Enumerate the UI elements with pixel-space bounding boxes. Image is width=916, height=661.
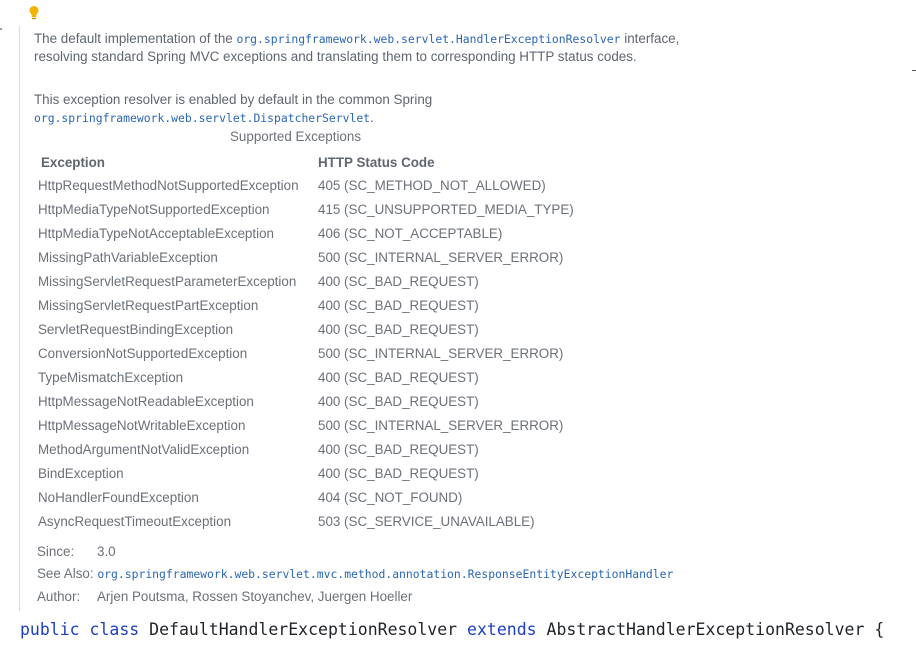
table-row: MissingServletRequestPartException 400 (S… bbox=[38, 293, 574, 317]
exception-name-cell: MissingPathVariableException bbox=[38, 249, 218, 265]
exception-name-cell: HttpMessageNotWritableException bbox=[38, 417, 246, 433]
since-label: Since: bbox=[37, 544, 75, 559]
header-http-status: HTTP Status Code bbox=[318, 154, 435, 170]
table-row: BindException 400 (SC_BAD_REQUEST) bbox=[38, 461, 574, 485]
gutter-marker bbox=[0, 28, 2, 30]
keyword-public: public bbox=[20, 620, 80, 639]
status-code-cell: 500 (SC_INTERNAL_SERVER_ERROR) bbox=[318, 345, 564, 361]
table-row: HttpMediaTypeNotSupportedException 415 (S… bbox=[38, 197, 574, 221]
class-declaration[interactable]: public class DefaultHandlerExceptionReso… bbox=[20, 620, 884, 639]
response-entity-handler-link[interactable]: org.springframework.web.servlet.mvc.meth… bbox=[97, 567, 673, 581]
exception-name-cell: HttpMessageNotReadableException bbox=[38, 393, 254, 409]
class-name[interactable]: DefaultHandlerExceptionResolver bbox=[149, 620, 457, 639]
status-code-cell: 406 (SC_NOT_ACCEPTABLE) bbox=[318, 225, 503, 241]
status-code-cell: 500 (SC_INTERNAL_SERVER_ERROR) bbox=[318, 249, 564, 265]
status-code-cell: 400 (SC_BAD_REQUEST) bbox=[318, 273, 479, 289]
table-row: HttpRequestMethodNotSupportedException 40… bbox=[38, 173, 574, 197]
table-row: HttpMediaTypeNotAcceptableException 406 (… bbox=[38, 221, 574, 245]
table-row: MissingPathVariableException 500 (SC_INTE… bbox=[38, 245, 574, 269]
status-code-cell: 400 (SC_BAD_REQUEST) bbox=[318, 297, 479, 313]
enabled-note-end: . bbox=[370, 110, 374, 125]
status-code-cell: 400 (SC_BAD_REQUEST) bbox=[318, 369, 479, 385]
javadoc-panel: The default implementation of the org.sp… bbox=[19, 26, 710, 611]
author-row: Author: Arjen Poutsma, Rossen Stoyanchev,… bbox=[37, 589, 412, 604]
description-text: The default implementation of the bbox=[34, 31, 237, 46]
exception-name-cell: HttpMediaTypeNotAcceptableException bbox=[38, 225, 274, 241]
see-also-label: See Also: bbox=[37, 566, 94, 581]
status-code-cell: 500 (SC_INTERNAL_SERVER_ERROR) bbox=[318, 417, 564, 433]
keyword-class: class bbox=[89, 620, 140, 639]
table-row: HttpMessageNotReadableException 400 (SC_B… bbox=[38, 389, 574, 413]
exception-name-cell: MethodArgumentNotValidException bbox=[38, 441, 250, 457]
table-row: HttpMessageNotWritableException 500 (SC_I… bbox=[38, 413, 574, 437]
since-value: 3.0 bbox=[97, 544, 116, 559]
exception-name-cell: BindException bbox=[38, 465, 124, 481]
exception-name-cell: ConversionNotSupportedException bbox=[38, 345, 248, 361]
status-code-cell: 404 (SC_NOT_FOUND) bbox=[318, 489, 463, 505]
enabled-note-text: This exception resolver is enabled by de… bbox=[34, 92, 433, 107]
dispatcher-servlet-link[interactable]: org.springframework.web.servlet.Dispatch… bbox=[34, 111, 370, 125]
author-label: Author: bbox=[37, 589, 81, 604]
exception-name-cell: HttpRequestMethodNotSupportedException bbox=[38, 177, 299, 193]
author-value: Arjen Poutsma, Rossen Stoyanchev, Juerge… bbox=[97, 589, 413, 604]
scroll-marker bbox=[912, 70, 916, 71]
status-code-cell: 405 (SC_METHOD_NOT_ALLOWED) bbox=[318, 177, 546, 193]
see-also-row: See Also: org.springframework.web.servle… bbox=[37, 566, 673, 581]
lightbulb-icon[interactable] bbox=[28, 5, 40, 21]
exception-name-cell: HttpMediaTypeNotSupportedException bbox=[38, 201, 270, 217]
table-row: ServletRequestBindingException 400 (SC_BA… bbox=[38, 317, 574, 341]
exception-name-cell: ServletRequestBindingException bbox=[38, 321, 234, 337]
table-caption: Supported Exceptions bbox=[230, 129, 362, 144]
table-row: NoHandlerFoundException 404 (SC_NOT_FOUND… bbox=[38, 485, 574, 509]
exception-name-cell: NoHandlerFoundException bbox=[38, 489, 199, 505]
exception-name-cell: MissingServletRequestPartException bbox=[38, 297, 259, 313]
table-row: MissingServletRequestParameterException 4… bbox=[38, 269, 574, 293]
status-code-cell: 503 (SC_SERVICE_UNAVAILABLE) bbox=[318, 513, 535, 529]
status-code-cell: 415 (SC_UNSUPPORTED_MEDIA_TYPE) bbox=[318, 201, 574, 217]
exception-name-cell: TypeMismatchException bbox=[38, 369, 184, 385]
status-code-cell: 400 (SC_BAD_REQUEST) bbox=[318, 393, 479, 409]
since-row: Since: 3.0 bbox=[37, 544, 116, 559]
table-row: MethodArgumentNotValidException 400 (SC_B… bbox=[38, 437, 574, 461]
parent-class-name[interactable]: AbstractHandlerExceptionResolver bbox=[547, 620, 865, 639]
table-row: ConversionNotSupportedException 500 (SC_I… bbox=[38, 341, 574, 365]
exception-name-cell: AsyncRequestTimeoutException bbox=[38, 513, 232, 529]
javadoc-enabled-note: This exception resolver is enabled by de… bbox=[34, 91, 694, 127]
javadoc-description: The default implementation of the org.sp… bbox=[34, 30, 694, 66]
handler-exception-resolver-link[interactable]: org.springframework.web.servlet.HandlerE… bbox=[236, 32, 620, 46]
status-code-cell: 400 (SC_BAD_REQUEST) bbox=[318, 441, 479, 457]
header-exception: Exception bbox=[41, 154, 105, 170]
table-row: AsyncRequestTimeoutException 503 (SC_SERV… bbox=[38, 509, 574, 533]
open-brace: { bbox=[874, 620, 885, 639]
supported-exceptions-table: Exception HTTP Status Code HttpRequestMe… bbox=[38, 151, 574, 533]
status-code-cell: 400 (SC_BAD_REQUEST) bbox=[318, 321, 479, 337]
status-code-cell: 400 (SC_BAD_REQUEST) bbox=[318, 465, 479, 481]
table-row: TypeMismatchException 400 (SC_BAD_REQUEST… bbox=[38, 365, 574, 389]
keyword-extends: extends bbox=[467, 620, 537, 639]
exception-name-cell: MissingServletRequestParameterException bbox=[38, 273, 297, 289]
